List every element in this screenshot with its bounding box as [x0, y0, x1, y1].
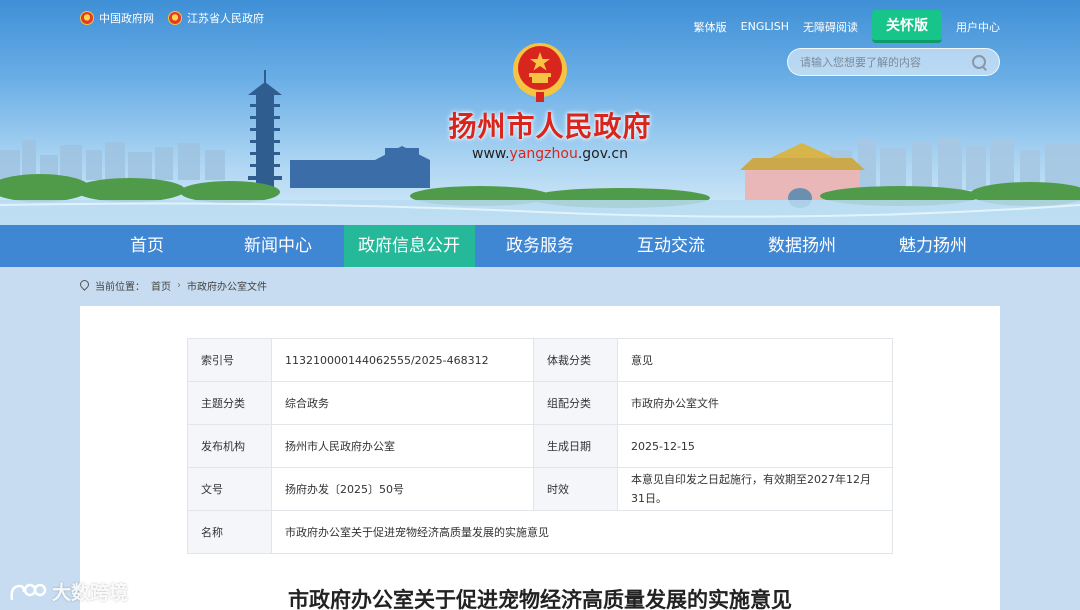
meta-value-validity: 本意见自印发之日起施行，有效期至2027年12月31日。 — [617, 467, 893, 511]
national-emblem-icon — [168, 11, 182, 25]
document-meta-table: 索引号 113210000144062555/2025-468312 体裁分类 … — [187, 338, 893, 554]
meta-value-group: 市政府办公室文件 — [617, 381, 893, 425]
nav-data[interactable]: 数据扬州 — [737, 225, 868, 267]
meta-key-index: 索引号 — [187, 338, 272, 382]
breadcrumb-current[interactable]: 市政府办公室文件 — [187, 278, 267, 293]
meta-value-publisher: 扬州市人民政府办公室 — [271, 424, 534, 468]
user-center-link[interactable]: 用户中心 — [956, 19, 1000, 35]
meta-value-doc-number: 扬府办发〔2025〕50号 — [271, 467, 534, 511]
location-pin-icon — [80, 280, 89, 291]
meta-key-name: 名称 — [187, 510, 272, 554]
nav-services[interactable]: 政务服务 — [475, 225, 606, 267]
meta-value-genre: 意见 — [617, 338, 893, 382]
meta-value-name: 市政府办公室关于促进宠物经济高质量发展的实施意见 — [271, 510, 893, 554]
table-row: 名称 市政府办公室关于促进宠物经济高质量发展的实施意见 — [187, 510, 893, 554]
main-nav: 首页 新闻中心 政府信息公开 政务服务 互动交流 数据扬州 魅力扬州 — [0, 225, 1080, 267]
site-url-highlight: yangzhou — [509, 146, 578, 162]
meta-key-group: 组配分类 — [533, 381, 618, 425]
document-title: 市政府办公室关于促进宠物经济高质量发展的实施意见 — [288, 588, 792, 610]
breadcrumb: 当前位置： 首页 › 市政府办公室文件 — [80, 278, 267, 293]
table-row: 索引号 113210000144062555/2025-468312 体裁分类 … — [187, 338, 893, 382]
watermark: 大数跨境 — [8, 578, 128, 605]
nav-charm[interactable]: 魅力扬州 — [868, 225, 999, 267]
nav-home[interactable]: 首页 — [82, 225, 213, 267]
watermark-logo-icon — [10, 583, 47, 600]
table-row: 发布机构 扬州市人民政府办公室 生成日期 2025-12-15 — [187, 424, 893, 468]
traditional-chinese-link[interactable]: 繁体版 — [694, 19, 727, 35]
meta-key-genre: 体裁分类 — [533, 338, 618, 382]
chevron-right-icon: › — [177, 280, 181, 291]
search-box — [787, 48, 1000, 76]
right-links: 繁体版 ENGLISH 无障碍阅读 关怀版 用户中心 — [694, 10, 1000, 43]
meta-value-topic: 综合政务 — [271, 381, 534, 425]
search-input[interactable] — [800, 55, 971, 69]
nav-news[interactable]: 新闻中心 — [213, 225, 344, 267]
top-link-gov-cn[interactable]: 中国政府网 — [80, 10, 154, 26]
care-mode-button[interactable]: 关怀版 — [872, 10, 942, 43]
site-url-prefix: www. — [472, 146, 510, 162]
content-card: 索引号 113210000144062555/2025-468312 体裁分类 … — [80, 306, 1000, 610]
meta-key-publisher: 发布机构 — [187, 424, 272, 468]
meta-key-doc-number: 文号 — [187, 467, 272, 511]
nav-gov-info[interactable]: 政府信息公开 — [343, 225, 475, 267]
meta-key-date: 生成日期 — [533, 424, 618, 468]
watermark-text: 大数跨境 — [52, 582, 129, 604]
english-link[interactable]: ENGLISH — [741, 20, 789, 33]
table-row: 文号 扬府办发〔2025〕50号 时效 本意见自印发之日起施行，有效期至2027… — [187, 467, 893, 511]
national-emblem-icon — [513, 43, 567, 102]
breadcrumb-home[interactable]: 首页 — [151, 278, 171, 293]
meta-value-index: 113210000144062555/2025-468312 — [271, 338, 534, 382]
meta-key-topic: 主题分类 — [187, 381, 272, 425]
site-url-suffix: .gov.cn — [577, 146, 628, 162]
table-row: 主题分类 综合政务 组配分类 市政府办公室文件 — [187, 381, 893, 425]
search-icon[interactable] — [971, 54, 987, 70]
top-link-jiangsu[interactable]: 江苏省人民政府 — [168, 10, 264, 26]
breadcrumb-label: 当前位置： — [95, 282, 145, 293]
meta-key-validity: 时效 — [533, 467, 618, 511]
site-url: www.yangzhou.gov.cn — [440, 146, 660, 162]
header-banner: 中国政府网 江苏省人民政府 繁体版 ENGLISH 无障碍阅读 关怀版 用户中心… — [0, 0, 1080, 225]
national-emblem-icon — [80, 11, 94, 25]
nav-interaction[interactable]: 互动交流 — [606, 225, 737, 267]
site-title: 扬州市人民政府 — [448, 110, 652, 143]
meta-value-date: 2025-12-15 — [617, 424, 893, 468]
top-link-jiangsu-label: 江苏省人民政府 — [187, 12, 264, 25]
top-links: 中国政府网 江苏省人民政府 — [80, 10, 264, 26]
top-link-gov-cn-label: 中国政府网 — [99, 12, 154, 25]
accessibility-link[interactable]: 无障碍阅读 — [803, 19, 858, 35]
